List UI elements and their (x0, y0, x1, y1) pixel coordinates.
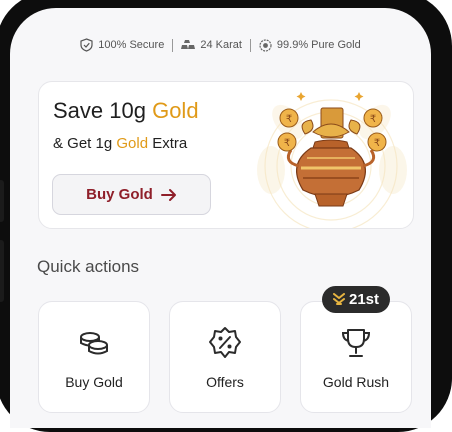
quick-action-label: Offers (206, 374, 244, 390)
trust-item-secure: 100% Secure (80, 38, 164, 52)
promo-subtitle-highlight: Gold (116, 135, 149, 152)
gold-bars-icon (181, 40, 196, 49)
svg-text:₹: ₹ (286, 114, 292, 125)
trust-item-karat: 24 Karat (181, 39, 242, 51)
promo-title-highlight: Gold (152, 98, 199, 123)
promo-subtitle-text: & Get 1g (53, 135, 117, 152)
quick-action-gold-rush[interactable]: Gold Rush (300, 301, 412, 413)
quick-action-buy-gold[interactable]: Buy Gold (38, 301, 150, 413)
app-screen: 100% Secure 24 Karat 99.9% Pure Gold Sav… (10, 8, 431, 428)
rank-chevron-icon (332, 292, 345, 305)
promo-subtitle: & Get 1g Gold Extra (53, 135, 187, 152)
trust-label: 24 Karat (200, 39, 242, 51)
shield-check-icon (80, 38, 93, 52)
gold-rush-rank-badge: 21st (322, 286, 390, 313)
rank-badge-text: 21st (348, 291, 380, 308)
trust-label: 99.9% Pure Gold (276, 39, 361, 51)
quick-actions-title: Quick actions (37, 257, 140, 276)
trust-bar: 100% Secure 24 Karat 99.9% Pure Gold (10, 38, 431, 52)
trophy-icon (341, 329, 371, 357)
quick-action-label: Buy Gold (65, 374, 123, 390)
discount-badge-icon (209, 327, 241, 358)
quick-action-offers[interactable]: Offers (169, 301, 281, 413)
promo-title: Save 10g Gold (53, 98, 199, 124)
arrow-right-icon (160, 188, 176, 201)
trust-label: 100% Secure (98, 39, 165, 51)
seal-badge-icon (259, 38, 272, 52)
promo-title-text: Save 10g (53, 98, 153, 123)
svg-text:₹: ₹ (370, 114, 376, 125)
gold-kalash-illustration: ₹ ₹ ₹ ₹ (257, 92, 407, 228)
promo-banner[interactable]: Save 10g Gold & Get 1g Gold Extra Buy Go… (38, 81, 414, 229)
quick-action-label: Gold Rush (322, 374, 390, 390)
phone-side-button (0, 240, 4, 302)
trust-item-purity: 99.9% Pure Gold (259, 38, 361, 52)
promo-subtitle-suffix: Extra (148, 135, 188, 152)
svg-text:₹: ₹ (284, 138, 290, 149)
phone-side-button (0, 180, 4, 222)
svg-text:₹: ₹ (374, 138, 380, 149)
divider (172, 38, 174, 52)
buy-gold-button-label: Buy Gold (86, 186, 153, 203)
divider (249, 38, 251, 52)
buy-gold-button[interactable]: Buy Gold (52, 174, 211, 215)
coins-stack-icon (80, 332, 108, 355)
